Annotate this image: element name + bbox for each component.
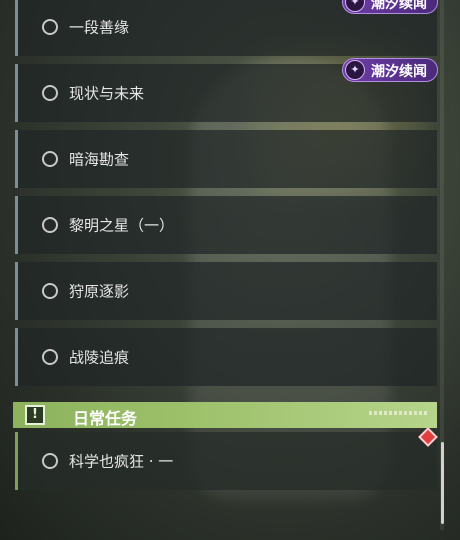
quest-label: 黎明之星（一） bbox=[69, 216, 175, 235]
quest-status-circle-icon bbox=[42, 19, 58, 35]
quest-label: 暗海勘查 bbox=[69, 150, 130, 169]
quest-label: 一段善缘 bbox=[69, 18, 130, 37]
quest-item[interactable]: 战陵追痕 bbox=[15, 328, 437, 386]
tide-event-icon: ✦ bbox=[345, 0, 365, 12]
quest-label: 战陵追痕 bbox=[69, 348, 130, 367]
quest-status-circle-icon bbox=[42, 453, 58, 469]
quest-status-circle-icon bbox=[42, 349, 58, 365]
scrollbar-thumb[interactable] bbox=[441, 442, 444, 524]
quest-label: 现状与未来 bbox=[69, 84, 145, 103]
header-decoration bbox=[369, 411, 427, 415]
daily-tasks-title: 日常任务 bbox=[73, 409, 138, 428]
quest-status-circle-icon bbox=[42, 85, 58, 101]
quest-label: 狩原逐影 bbox=[69, 282, 130, 301]
quest-status-circle-icon bbox=[42, 283, 58, 299]
tide-event-icon: ✦ bbox=[345, 60, 365, 80]
quest-status-circle-icon bbox=[42, 217, 58, 233]
event-badge-label: 潮汐续闻 bbox=[371, 64, 427, 80]
event-badge: ✦ 潮汐续闻 bbox=[342, 58, 438, 82]
event-badge: ✦ 潮汐续闻 bbox=[342, 0, 438, 14]
event-badge-label: 潮汐续闻 bbox=[371, 0, 427, 12]
daily-tasks-header[interactable]: ! 日常任务 bbox=[13, 402, 437, 428]
daily-task-item[interactable]: 科学也疯狂 · 一 bbox=[15, 432, 437, 490]
quest-item[interactable]: 黎明之星（一） bbox=[15, 196, 437, 254]
quest-item[interactable]: 狩原逐影 bbox=[15, 262, 437, 320]
quest-status-circle-icon bbox=[42, 151, 58, 167]
exclamation-icon: ! bbox=[25, 405, 45, 425]
daily-task-label: 科学也疯狂 · 一 bbox=[69, 452, 174, 471]
quest-item[interactable]: 暗海勘查 bbox=[15, 130, 437, 188]
